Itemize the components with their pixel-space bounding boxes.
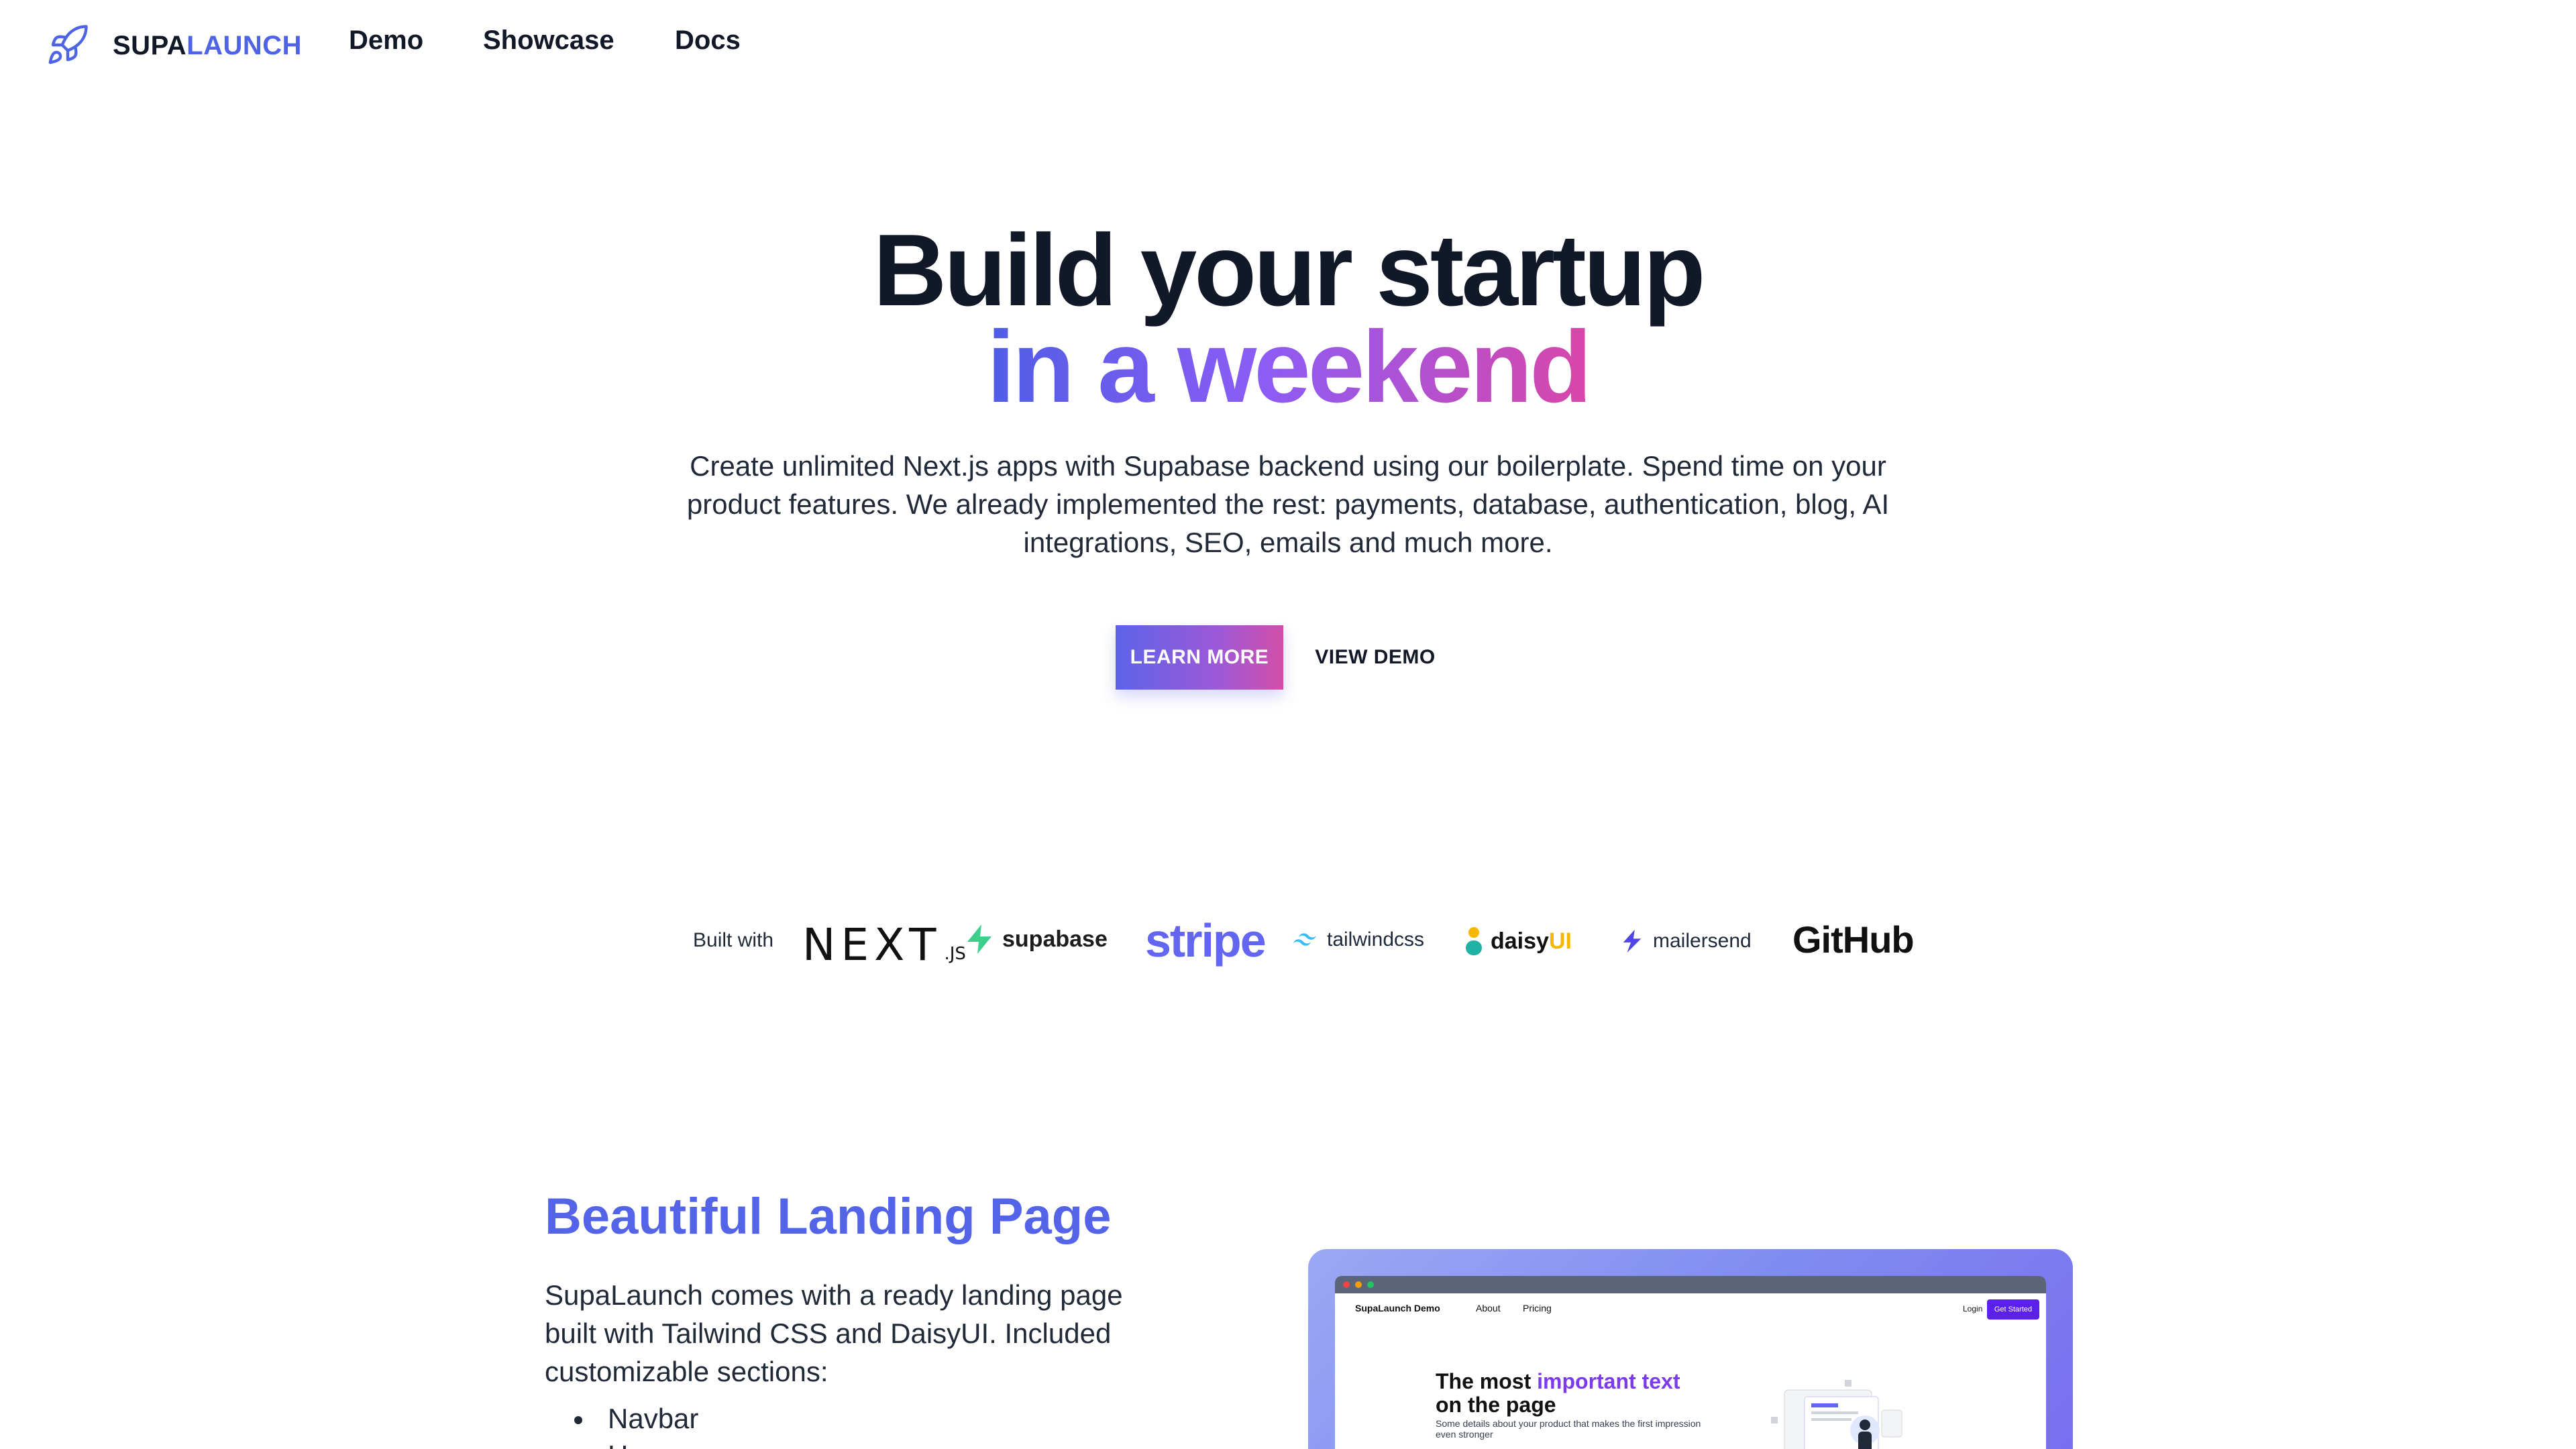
nextjs-logo-suffix: .JS bbox=[944, 943, 966, 964]
list-item: Hero bbox=[574, 1437, 698, 1449]
feature-list: Navbar Hero bbox=[574, 1400, 698, 1449]
mockup-paragraph: Some details about your product that mak… bbox=[1436, 1418, 1701, 1440]
tailwind-wave-icon bbox=[1293, 933, 1316, 946]
mockup-brand: SupaLaunch Demo bbox=[1355, 1303, 1440, 1313]
window-close-dot bbox=[1343, 1281, 1350, 1288]
daisyui-logo-text: daisy bbox=[1491, 928, 1549, 954]
tailwind-logo: tailwindcss bbox=[1292, 928, 1424, 951]
nav-link-showcase[interactable]: Showcase bbox=[483, 25, 614, 56]
nav-link-demo[interactable]: Demo bbox=[349, 25, 423, 56]
learn-more-button[interactable]: LEARN MORE bbox=[1116, 625, 1283, 690]
navbar: SUPALAUNCH Demo Showcase Docs bbox=[0, 0, 2576, 91]
mockup-cta-button: Get Started bbox=[1987, 1299, 2039, 1320]
window-maximize-dot bbox=[1367, 1281, 1374, 1288]
daisyui-logo: daisy UI bbox=[1464, 926, 1572, 957]
hero-subtitle: Create unlimited Next.js apps with Supab… bbox=[686, 450, 1890, 558]
mockup-heading-line2: on the page bbox=[1436, 1393, 1556, 1417]
logo-text: SUPALAUNCH bbox=[113, 31, 302, 61]
mailersend-logo: mailersend bbox=[1619, 928, 1752, 954]
view-demo-button[interactable]: VIEW DEMO bbox=[1301, 625, 1449, 690]
logo-text-part2: LAUNCH bbox=[186, 31, 303, 60]
mockup-heading: The most important text on the page bbox=[1436, 1370, 1680, 1417]
mockup-window-bar bbox=[1335, 1276, 2046, 1293]
github-logo: GitHub bbox=[1792, 918, 1915, 961]
logo-text-part1: SUPA bbox=[113, 31, 187, 60]
nextjs-logo: NEXT .JS bbox=[802, 919, 966, 971]
list-item: Navbar bbox=[574, 1400, 698, 1437]
mockup-link-about: About bbox=[1476, 1303, 1501, 1313]
mockup-illustration bbox=[1771, 1380, 1902, 1449]
mockup-navbar: SupaLaunch Demo About Pricing Login Get … bbox=[1335, 1293, 2046, 1323]
mockup-link-pricing: Pricing bbox=[1523, 1303, 1552, 1313]
mailersend-logo-text: mailersend bbox=[1653, 930, 1752, 952]
hero-title-gradient: in a weekend bbox=[986, 310, 1592, 424]
logo-link[interactable]: SUPALAUNCH bbox=[46, 23, 302, 67]
github-logo-text: GitHub bbox=[1792, 918, 1915, 961]
supabase-logo: supabase bbox=[966, 924, 1108, 954]
stripe-logo-text: stripe bbox=[1145, 914, 1267, 967]
landing-page-mockup: SupaLaunch Demo About Pricing Login Get … bbox=[1308, 1249, 2073, 1449]
mockup-heading-pre: The most bbox=[1436, 1369, 1538, 1393]
supabase-logo-text: supabase bbox=[1002, 926, 1108, 952]
mailersend-icon bbox=[1623, 929, 1642, 953]
daisyui-icon bbox=[1466, 927, 1482, 955]
hero-title-line2: in a weekend bbox=[0, 310, 2576, 424]
supabase-bolt-icon bbox=[967, 924, 991, 954]
tailwind-logo-text: tailwindcss bbox=[1327, 928, 1425, 951]
mockup-screen: SupaLaunch Demo About Pricing Login Get … bbox=[1335, 1276, 2046, 1449]
rocket-icon bbox=[48, 25, 88, 64]
mockup-login: Login bbox=[1963, 1304, 1983, 1313]
mockup-heading-highlight: important text bbox=[1537, 1369, 1680, 1393]
built-with-label: Built with bbox=[693, 929, 774, 951]
nav-link-docs[interactable]: Docs bbox=[675, 25, 741, 56]
feature-description: SupaLaunch comes with a ready landing pa… bbox=[545, 1279, 1123, 1387]
daisyui-logo-suffix: UI bbox=[1548, 928, 1572, 954]
nextjs-logo-text: NEXT bbox=[802, 919, 942, 971]
window-minimize-dot bbox=[1355, 1281, 1362, 1288]
feature-title: Beautiful Landing Page bbox=[545, 1188, 1112, 1245]
stripe-logo: stripe bbox=[1145, 914, 1267, 967]
